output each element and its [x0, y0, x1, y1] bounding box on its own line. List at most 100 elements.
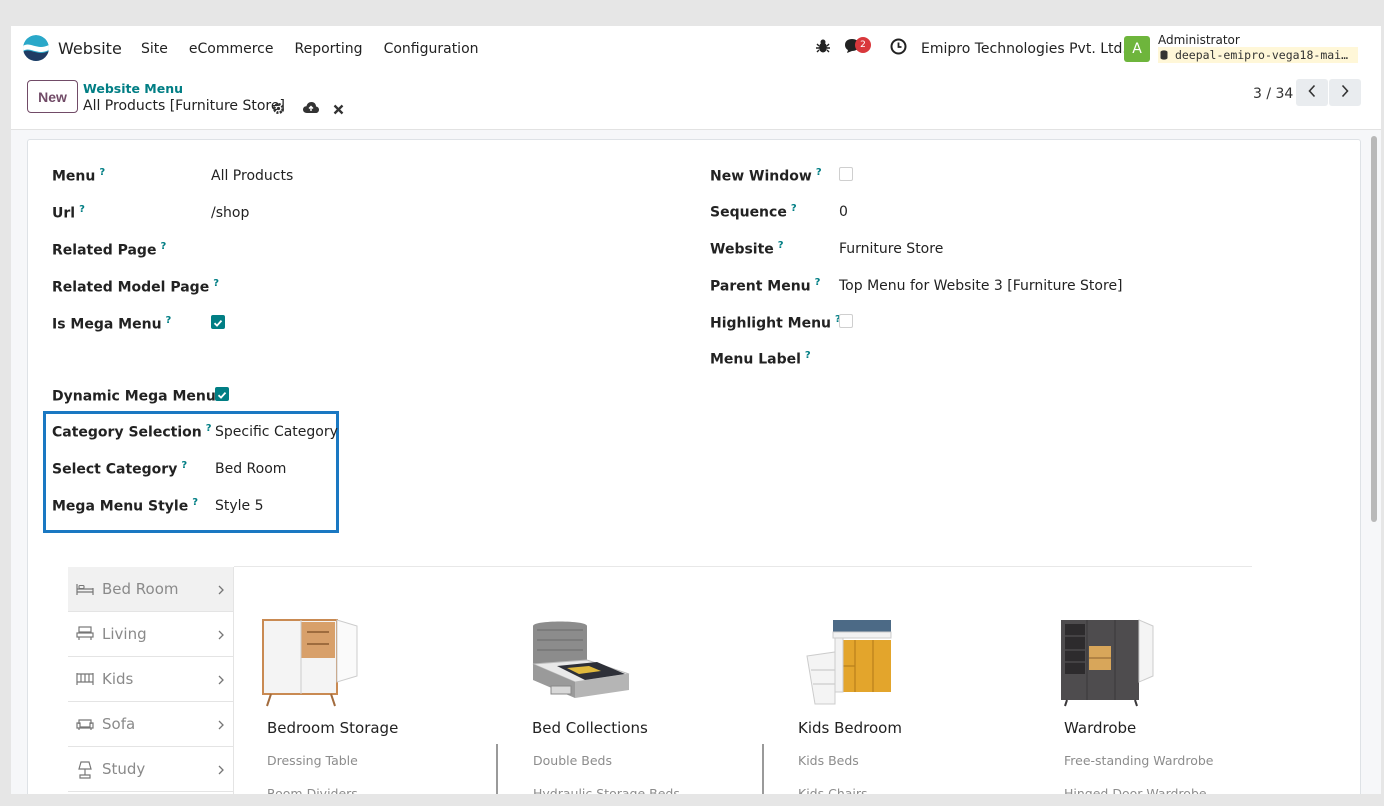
- mega-menu-item-sofa[interactable]: Sofa: [68, 702, 233, 747]
- top-navbar: Website Site eCommerce Reporting Configu…: [11, 26, 1381, 72]
- field-related-model-page[interactable]: [211, 278, 511, 296]
- field-website[interactable]: Furniture Store: [839, 241, 943, 257]
- help-icon[interactable]: ?: [192, 497, 198, 508]
- menu-site[interactable]: Site: [141, 41, 168, 57]
- card-sub-link[interactable]: Hinged Door Wardrobe: [1064, 786, 1207, 794]
- mega-menu-item-label: Sofa: [102, 715, 136, 733]
- app-name: Website: [58, 38, 122, 58]
- chevron-left-icon: [1308, 84, 1316, 98]
- field-related-page[interactable]: [211, 241, 511, 259]
- field-menu-label[interactable]: [839, 350, 1239, 368]
- card-sub-link[interactable]: Kids Chairs: [798, 786, 868, 794]
- checkbox-is-mega-menu[interactable]: [211, 315, 225, 329]
- help-icon[interactable]: ?: [805, 350, 811, 361]
- card-divider: [762, 744, 764, 794]
- field-url[interactable]: /shop: [211, 205, 249, 221]
- company-switcher[interactable]: Emipro Technologies Pvt. Ltd.: [921, 41, 1127, 57]
- help-icon[interactable]: ?: [166, 315, 172, 326]
- label-website: Website?: [710, 240, 784, 258]
- pager-value[interactable]: 3 / 34: [1253, 86, 1293, 102]
- help-icon[interactable]: ?: [791, 203, 797, 214]
- card-title-bed-collections[interactable]: Bed Collections: [532, 719, 648, 737]
- breadcrumb-parent[interactable]: Website Menu: [83, 81, 183, 96]
- mega-menu-item-label: Bed Room: [102, 580, 179, 598]
- field-parent-menu[interactable]: Top Menu for Website 3 [Furniture Store]: [839, 278, 1123, 294]
- card-sub-link[interactable]: Dressing Table: [267, 753, 358, 768]
- field-category-selection[interactable]: Specific Category: [215, 424, 338, 440]
- label-select-category: Select Category?: [52, 460, 188, 478]
- user-avatar[interactable]: A: [1124, 36, 1150, 62]
- discard-close-icon[interactable]: [333, 100, 344, 119]
- field-mega-menu-style[interactable]: Style 5: [215, 498, 264, 514]
- user-name[interactable]: Administrator: [1158, 33, 1240, 47]
- card-sub-link[interactable]: Room Dividers: [267, 786, 358, 794]
- card-title-wardrobe[interactable]: Wardrobe: [1064, 719, 1136, 737]
- mega-menu-item-label: Study: [102, 760, 146, 778]
- pager-previous-button[interactable]: [1296, 79, 1328, 106]
- notification-badge: 2: [855, 37, 871, 53]
- database-icon: [1160, 50, 1168, 60]
- crib-icon: [76, 671, 94, 690]
- help-icon[interactable]: ?: [778, 240, 784, 251]
- card-sub-link[interactable]: Kids Beds: [798, 753, 859, 768]
- card-title-bedroom-storage[interactable]: Bedroom Storage: [267, 719, 398, 737]
- checkbox-dynamic-mega-menu[interactable]: [215, 387, 229, 401]
- label-menu: Menu?: [52, 167, 106, 185]
- mega-menu-item-living[interactable]: Living: [68, 612, 233, 657]
- mega-menu-side-divider: [233, 567, 234, 794]
- label-is-mega-menu: Is Mega Menu?: [52, 315, 172, 333]
- checkbox-new-window[interactable]: [839, 167, 853, 181]
- label-dynamic-mega-menu: Dynamic Mega Menu?: [52, 387, 226, 405]
- database-name: deepal-emipro-vega18-mai…: [1158, 47, 1358, 63]
- help-icon[interactable]: ?: [99, 167, 105, 178]
- cloud-save-icon[interactable]: [303, 99, 319, 118]
- help-icon[interactable]: ?: [79, 204, 85, 215]
- menu-reporting[interactable]: Reporting: [295, 41, 363, 57]
- card-divider: [496, 744, 498, 794]
- checkbox-highlight-menu[interactable]: [839, 314, 853, 328]
- pager-next-button[interactable]: [1329, 79, 1361, 106]
- card-sub-link[interactable]: Double Beds: [533, 753, 612, 768]
- bed-icon: [76, 581, 94, 600]
- vertical-scrollbar[interactable]: [1371, 136, 1377, 522]
- bedroom-storage-image[interactable]: [261, 616, 361, 712]
- check-icon: [217, 391, 227, 399]
- card-sub-link[interactable]: Hydraulic Storage Beds: [533, 786, 680, 794]
- bed-collections-image[interactable]: [527, 616, 633, 712]
- mega-menu-item-study[interactable]: Study: [68, 747, 233, 792]
- clock-icon[interactable]: [890, 38, 907, 59]
- gear-icon[interactable]: [272, 100, 285, 119]
- label-parent-menu: Parent Menu?: [710, 277, 821, 295]
- field-menu[interactable]: All Products: [211, 168, 293, 184]
- check-icon: [213, 319, 223, 327]
- menu-ecommerce[interactable]: eCommerce: [189, 41, 274, 57]
- card-sub-link[interactable]: Free-standing Wardrobe: [1064, 753, 1213, 768]
- wardrobe-image[interactable]: [1059, 616, 1159, 712]
- mega-menu-item-bed-room[interactable]: Bed Room: [68, 567, 233, 612]
- kids-bedroom-image[interactable]: [793, 616, 895, 712]
- label-menu-label: Menu Label?: [710, 350, 811, 368]
- mega-menu-item-kids[interactable]: Kids: [68, 657, 233, 702]
- help-icon[interactable]: ?: [816, 167, 822, 178]
- help-icon[interactable]: ?: [206, 423, 212, 434]
- living-icon: [76, 626, 94, 645]
- help-icon[interactable]: ?: [815, 277, 821, 288]
- menu-configuration[interactable]: Configuration: [384, 41, 479, 57]
- label-related-page: Related Page?: [52, 241, 167, 259]
- chevron-right-icon: [217, 671, 225, 690]
- field-sequence[interactable]: 0: [839, 204, 848, 220]
- help-icon[interactable]: ?: [160, 241, 166, 252]
- mega-menu-item-label: Living: [102, 625, 147, 643]
- bug-icon[interactable]: [816, 38, 830, 58]
- label-url: Url?: [52, 204, 85, 222]
- label-highlight-menu: Highlight Menu?: [710, 314, 841, 332]
- help-icon[interactable]: ?: [181, 460, 187, 471]
- field-select-category[interactable]: Bed Room: [215, 461, 286, 477]
- database-name-text: deepal-emipro-vega18-mai…: [1174, 48, 1349, 62]
- label-new-window: New Window?: [710, 167, 822, 185]
- card-title-kids-bedroom[interactable]: Kids Bedroom: [798, 719, 902, 737]
- label-category-selection: Category Selection?: [52, 423, 212, 441]
- new-button[interactable]: New: [27, 80, 78, 113]
- mega-menu-category-list: Bed Room Living Kids Sofa Study: [68, 567, 233, 792]
- app-brand[interactable]: Website: [23, 35, 122, 61]
